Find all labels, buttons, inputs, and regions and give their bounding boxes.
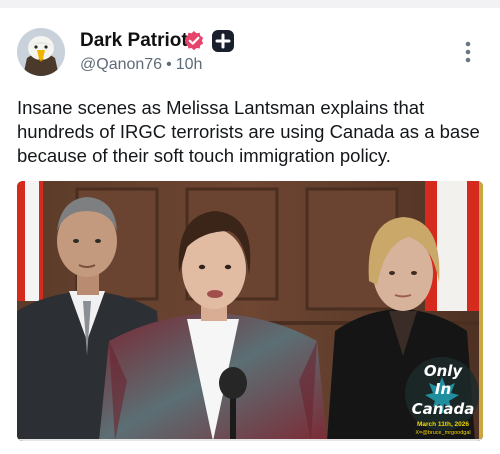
meta-separator: • bbox=[166, 56, 172, 73]
eagle-avatar-icon bbox=[17, 28, 65, 76]
plus-badge-icon bbox=[212, 30, 234, 52]
watermark-date: March 11th, 2026 bbox=[417, 421, 469, 428]
post-meta: @Qanon76 • 10h bbox=[80, 56, 202, 74]
post-media-image[interactable]: Only In Canada March 11th, 2026 X=@bruce… bbox=[17, 181, 483, 441]
timestamp[interactable]: 10h bbox=[176, 56, 203, 73]
watermark-line2: In bbox=[435, 380, 451, 398]
verified-badge-icon bbox=[183, 30, 205, 52]
avatar[interactable] bbox=[17, 28, 65, 76]
watermark-line1: Only bbox=[424, 362, 464, 380]
handle[interactable]: @Qanon76 bbox=[80, 56, 162, 73]
top-divider bbox=[0, 0, 500, 8]
post-text: Insane scenes as Melissa Lantsman explai… bbox=[17, 97, 480, 166]
author-name[interactable]: Dark Patriot bbox=[80, 30, 188, 52]
post-footer-space bbox=[0, 441, 500, 454]
more-options-button[interactable] bbox=[458, 40, 478, 64]
watermark-line3: Canada bbox=[412, 400, 475, 418]
more-vertical-icon bbox=[465, 41, 471, 63]
watermark-credit: X=@bruce_mrgoodgal bbox=[415, 430, 470, 436]
